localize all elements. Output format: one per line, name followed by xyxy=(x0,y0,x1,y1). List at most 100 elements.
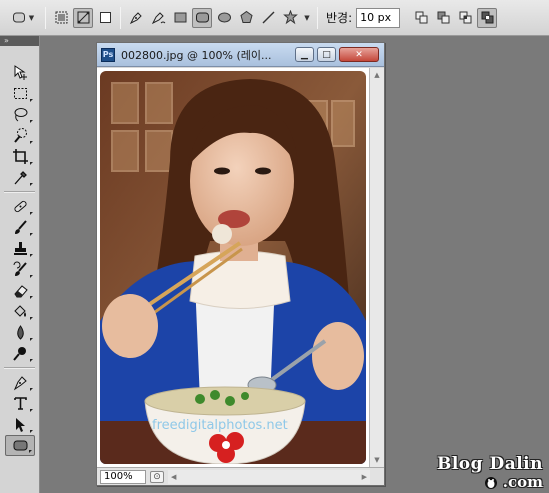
path-intersect-button[interactable] xyxy=(455,8,475,28)
path-exclude-button[interactable] xyxy=(477,7,498,28)
ellipse-tool-button[interactable] xyxy=(214,8,234,28)
rounded-rectangle-tool[interactable] xyxy=(5,435,35,456)
dodge-icon xyxy=(12,347,26,361)
history-brush-tool[interactable] xyxy=(5,259,35,280)
blur-tool[interactable] xyxy=(5,322,35,343)
chevron-down-icon: ▼ xyxy=(304,13,310,22)
paint-bucket-tool[interactable] xyxy=(5,301,35,322)
photoshop-icon: Ps xyxy=(101,47,115,62)
radius-label: 반경: xyxy=(326,11,353,25)
stamp-icon xyxy=(13,242,27,255)
marquee-tool[interactable] xyxy=(5,83,35,104)
zoom-level-field[interactable]: 100% xyxy=(100,469,146,484)
resize-grip-icon[interactable] xyxy=(370,470,384,484)
rounded-rect-preset-icon xyxy=(12,12,25,23)
quick-selection-icon xyxy=(13,128,27,143)
horizontal-scrollbar[interactable]: ◀ ▶ xyxy=(168,469,370,484)
freeform-pen-tool-button[interactable] xyxy=(148,8,168,28)
document-window: Ps 002800.jpg @ 100% (레이... ▁ □ ✕ freedi… xyxy=(96,42,385,486)
options-bar: ▼ ▼ 반경: 10 px xyxy=(0,0,549,36)
document-status-bar: 100% ⊙ ◀ ▶ xyxy=(97,467,384,485)
path-selection-tool[interactable] xyxy=(5,414,35,435)
paths-mode-button[interactable] xyxy=(73,7,93,28)
document-title: 002800.jpg @ 100% (레이... xyxy=(121,48,272,62)
scroll-down-icon[interactable]: ▼ xyxy=(370,453,384,467)
radius-input[interactable]: 10 px xyxy=(356,7,401,28)
scroll-left-icon[interactable]: ◀ xyxy=(171,473,176,481)
close-button[interactable]: ✕ xyxy=(339,47,379,62)
watermark-domain: .com xyxy=(502,473,543,491)
lasso-tool[interactable] xyxy=(5,104,35,125)
custom-shape-tool-button[interactable] xyxy=(280,8,300,28)
pen-icon xyxy=(129,12,142,25)
shape-options-dropdown[interactable]: ▼ xyxy=(302,8,312,28)
separator xyxy=(4,191,35,193)
paint-bucket-icon xyxy=(13,305,26,317)
photo-caption: freedigitalphotos.net xyxy=(152,418,288,433)
minimize-button[interactable]: ▁ xyxy=(295,47,314,62)
crop-icon xyxy=(12,149,28,164)
rounded-rectangle-tool-button[interactable] xyxy=(192,7,212,28)
status-info-icon[interactable]: ⊙ xyxy=(150,470,164,483)
history-brush-icon xyxy=(13,261,27,276)
path-subtract-button[interactable] xyxy=(433,8,453,28)
quick-selection-tool[interactable] xyxy=(5,125,35,146)
direct-selection-icon xyxy=(15,418,25,432)
blog-watermark: Blog Dalin .com xyxy=(437,455,543,491)
paths-icon xyxy=(77,11,89,24)
eyedropper-icon xyxy=(14,171,27,185)
type-icon xyxy=(13,397,27,410)
subtract-icon xyxy=(437,11,450,24)
move-icon xyxy=(14,65,27,80)
crop-tool[interactable] xyxy=(5,146,35,167)
eraser-icon xyxy=(13,285,28,298)
water-drop-icon xyxy=(16,325,24,340)
bandage-icon xyxy=(13,200,27,213)
healing-brush-tool[interactable] xyxy=(5,196,35,217)
fill-pixels-mode-button[interactable] xyxy=(95,8,115,28)
tool-preset-picker[interactable]: ▼ xyxy=(6,8,40,28)
intersect-icon xyxy=(459,11,472,24)
path-add-button[interactable] xyxy=(411,8,431,28)
penguin-icon xyxy=(484,477,497,489)
scroll-right-icon[interactable]: ▶ xyxy=(362,473,367,481)
rectangular-marquee-icon xyxy=(13,88,27,99)
line-tool-button[interactable] xyxy=(258,8,278,28)
maximize-button[interactable]: □ xyxy=(317,47,336,62)
vertical-scrollbar[interactable]: ▲ ▼ xyxy=(369,68,384,467)
clone-stamp-tool[interactable] xyxy=(5,238,35,259)
fill-pixels-icon xyxy=(99,12,111,23)
lasso-icon xyxy=(14,108,27,122)
polygon-tool-button[interactable] xyxy=(236,8,256,28)
separator xyxy=(45,6,46,29)
rounded-rectangle-icon xyxy=(13,440,27,451)
pen-icon xyxy=(13,376,27,391)
rectangle-icon xyxy=(174,12,186,23)
separator xyxy=(120,6,121,29)
separator xyxy=(4,367,35,369)
type-tool[interactable] xyxy=(5,393,35,414)
brush-tool[interactable] xyxy=(5,217,35,238)
rectangle-tool-button[interactable] xyxy=(170,8,190,28)
move-tool[interactable] xyxy=(5,62,35,83)
ellipse-icon xyxy=(217,12,231,23)
exclude-icon xyxy=(481,11,494,24)
eyedropper-tool[interactable] xyxy=(5,167,35,188)
tools-panel: » xyxy=(0,36,40,493)
pen-tool[interactable] xyxy=(5,372,35,393)
photo-image: freedigitalphotos.net xyxy=(100,71,366,464)
eraser-tool[interactable] xyxy=(5,280,35,301)
document-titlebar[interactable]: Ps 002800.jpg @ 100% (레이... ▁ □ ✕ xyxy=(97,43,384,67)
separator xyxy=(317,6,318,29)
line-icon xyxy=(262,11,274,24)
tools-panel-header[interactable]: » xyxy=(0,36,39,46)
add-icon xyxy=(415,11,428,24)
dodge-tool[interactable] xyxy=(5,343,35,364)
pen-tool-button[interactable] xyxy=(126,8,146,28)
shape-layers-mode-button[interactable] xyxy=(51,8,71,28)
scroll-up-icon[interactable]: ▲ xyxy=(370,68,384,82)
freeform-pen-icon xyxy=(151,12,165,25)
watermark-line-2: .com xyxy=(437,474,543,490)
rounded-rectangle-icon xyxy=(195,12,209,23)
canvas[interactable]: freedigitalphotos.net xyxy=(97,68,370,467)
